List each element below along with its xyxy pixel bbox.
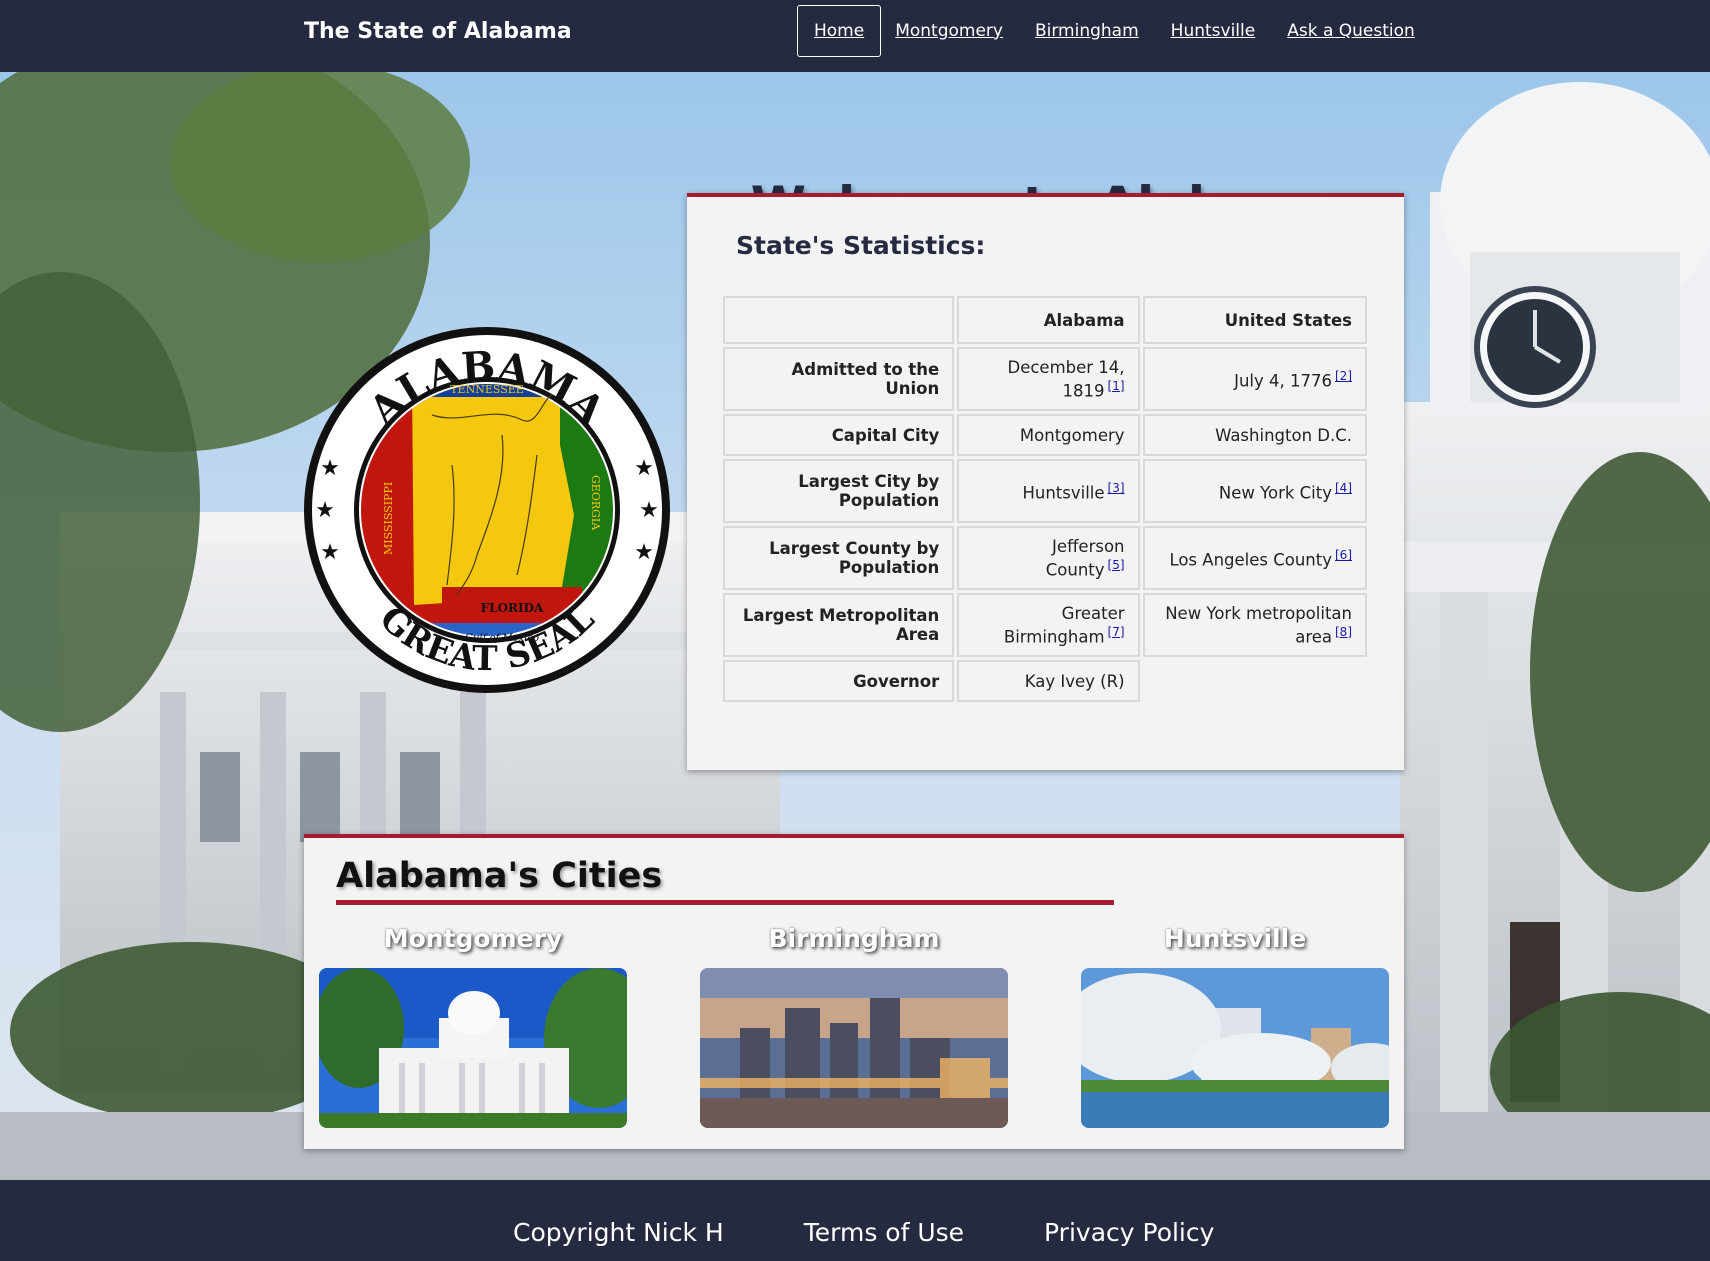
alabama-value: Greater Birmingham [7] — [957, 593, 1140, 657]
citation-link[interactable]: [5] — [1108, 558, 1125, 572]
birmingham-photo[interactable] — [700, 968, 1008, 1128]
us-value: New York City [4] — [1142, 459, 1367, 523]
alabama-value: Montgomery — [957, 414, 1140, 456]
nav-links: Home Montgomery Birmingham Huntsville As… — [797, 3, 1447, 58]
huntsville-photo[interactable] — [1081, 968, 1389, 1128]
footer-privacy-policy-link[interactable]: Privacy Policy — [1044, 1218, 1214, 1247]
alabama-value: Jefferson County [5] — [957, 526, 1140, 590]
us-value: New York metropolitan area [8] — [1142, 593, 1367, 657]
row-label: Governor — [723, 660, 955, 702]
hero-section: Welcome to Alabama ALABAMA GREAT SEAL — [0, 72, 1710, 1180]
city-card-huntsville[interactable]: Huntsville — [1081, 924, 1389, 1128]
table-row: Governor Kay Ivey (R) — [723, 660, 1367, 702]
alabama-value: Kay Ivey (R) — [957, 660, 1140, 702]
svg-text:FLORIDA: FLORIDA — [481, 601, 544, 615]
svg-text:TENNESSEE: TENNESSEE — [450, 383, 524, 396]
table-row: Admitted to the Union December 14, 1819[… — [723, 347, 1367, 411]
heading-underline — [336, 900, 1114, 905]
city-name: Montgomery — [383, 924, 563, 953]
citation-link[interactable]: [6] — [1335, 548, 1352, 562]
citation-link[interactable]: [4] — [1335, 481, 1352, 495]
us-value: Los Angeles County [6] — [1142, 526, 1367, 590]
top-navbar: The State of Alabama Home Montgomery Bir… — [0, 0, 1710, 72]
column-header-united-states: United States — [1142, 296, 1367, 344]
city-name: Huntsville — [1163, 924, 1307, 953]
city-card-birmingham[interactable]: Birmingham — [700, 924, 1008, 1128]
svg-text:★: ★ — [634, 540, 654, 565]
site-brand[interactable]: The State of Alabama — [304, 19, 572, 44]
footer-terms-of-use-link[interactable]: Terms of Use — [804, 1218, 964, 1247]
alabama-value: December 14, 1819 [1] — [957, 347, 1140, 411]
svg-text:★: ★ — [639, 498, 659, 523]
svg-text:Gulf of Mexico: Gulf of Mexico — [465, 633, 539, 644]
table-row: Largest City by Population Huntsville [3]… — [723, 459, 1367, 523]
footer-copyright: Copyright Nick H — [513, 1218, 724, 1247]
svg-text:MISSISSIPPI: MISSISSIPPI — [382, 482, 395, 555]
column-header-empty — [723, 296, 955, 344]
svg-text:★: ★ — [320, 456, 340, 481]
alabama-value: Huntsville [3] — [957, 459, 1140, 523]
us-value: July 4, 1776 [2] — [1142, 347, 1367, 411]
nav-link-birmingham[interactable]: Birmingham — [1035, 21, 1139, 41]
state-statistics-panel: State's Statistics: Alabama United State… — [687, 193, 1404, 770]
table-row: Largest County by Population Jefferson C… — [723, 526, 1367, 590]
footer-links: Copyright Nick H Terms of Use Privacy Po… — [513, 1218, 1294, 1247]
citation-link[interactable]: [8] — [1335, 625, 1352, 639]
statistics-heading: State's Statistics: — [736, 231, 986, 260]
table-header-row: Alabama United States — [723, 296, 1367, 344]
table-row: Largest Metropolitan Area Greater Birmin… — [723, 593, 1367, 657]
alabama-cities-panel: Alabama's Cities Montgomery Birmingham H… — [304, 834, 1404, 1149]
table-row: Capital City Montgomery Washington D.C. — [723, 414, 1367, 456]
alabama-great-seal-image: ALABAMA GREAT SEAL TENNESSEE FLORIDA Gul… — [304, 327, 670, 693]
cities-heading: Alabama's Cities — [336, 856, 663, 896]
citation-link[interactable]: [1] — [1108, 379, 1125, 393]
montgomery-photo[interactable] — [319, 968, 627, 1128]
svg-text:★: ★ — [315, 498, 335, 523]
column-header-alabama: Alabama — [957, 296, 1140, 344]
statistics-table: Alabama United States Admitted to the Un… — [720, 293, 1370, 705]
city-name: Birmingham — [768, 924, 940, 953]
nav-link-home[interactable]: Home — [797, 4, 882, 57]
row-label: Capital City — [723, 414, 955, 456]
nav-link-ask-a-question[interactable]: Ask a Question — [1287, 21, 1415, 41]
us-value-empty — [1143, 660, 1367, 702]
nav-link-huntsville[interactable]: Huntsville — [1171, 21, 1256, 41]
citation-link[interactable]: [3] — [1108, 481, 1125, 495]
nav-link-montgomery[interactable]: Montgomery — [895, 21, 1003, 41]
svg-text:★: ★ — [634, 456, 654, 481]
row-label: Largest County by Population — [723, 526, 955, 590]
row-label: Admitted to the Union — [723, 347, 955, 411]
svg-text:★: ★ — [320, 540, 340, 565]
citation-link[interactable]: [2] — [1335, 369, 1352, 383]
us-value: Washington D.C. — [1142, 414, 1367, 456]
city-card-montgomery[interactable]: Montgomery — [319, 924, 627, 1128]
row-label: Largest Metropolitan Area — [723, 593, 955, 657]
row-label: Largest City by Population — [723, 459, 955, 523]
page-footer: Copyright Nick H Terms of Use Privacy Po… — [0, 1180, 1710, 1261]
citation-link[interactable]: [7] — [1108, 625, 1125, 639]
svg-text:GEORGIA: GEORGIA — [589, 475, 602, 531]
